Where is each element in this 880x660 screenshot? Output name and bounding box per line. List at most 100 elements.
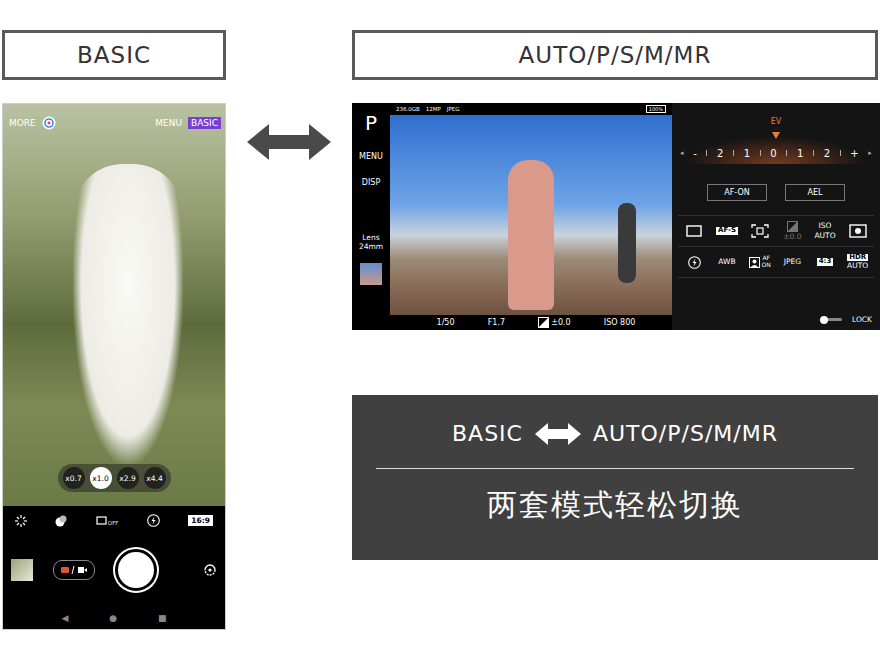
double-arrow-icon bbox=[247, 122, 331, 630]
ev-scale-label: 0 bbox=[770, 148, 776, 159]
caption-right: AUTO/P/S/M/MR bbox=[593, 421, 778, 446]
zoom-selector: x0.7x1.0x2.9x4.4 bbox=[58, 464, 171, 492]
zoom-bar: x0.7x1.0x2.9x4.4 bbox=[3, 464, 225, 492]
setting-cell[interactable]: AFON bbox=[743, 247, 776, 278]
setting-label: AUTO bbox=[814, 232, 835, 240]
shooting-mode[interactable]: P bbox=[365, 111, 377, 135]
settings-grid: AF-S±0.0ISOAUTOAWBAFONJPEG4:3HDRAUTO bbox=[678, 215, 874, 278]
aspect-ratio-button[interactable]: 16:9 bbox=[188, 515, 213, 526]
timer-state: OFF bbox=[108, 520, 119, 526]
camera-button[interactable]: AEL bbox=[785, 184, 845, 201]
more-button[interactable]: MORE bbox=[9, 118, 36, 128]
ev-scale-label: 2 bbox=[717, 148, 723, 159]
caption-divider bbox=[376, 468, 854, 469]
ev-scale-label: 1 bbox=[744, 148, 750, 159]
lock-toggle[interactable] bbox=[822, 318, 842, 321]
self-timer-icon bbox=[96, 516, 108, 526]
nav-button[interactable]: ● bbox=[109, 613, 117, 623]
metering-icon bbox=[849, 224, 867, 238]
ev-dial[interactable]: ◂-21012+▸ bbox=[678, 134, 874, 164]
caption-box: BASIC AUTO/P/S/M/MR 两套模式轻松切换 bbox=[352, 395, 878, 560]
readout: 1/50 bbox=[437, 318, 455, 327]
pro-screenshot: P MENU DISP Lens24mm 236.0GB12MPJPEG100% 1/50… bbox=[352, 103, 880, 330]
lens-icon[interactable] bbox=[42, 116, 56, 130]
exposure-icon bbox=[538, 317, 549, 328]
viewfinder-photo bbox=[390, 115, 672, 315]
basic-screenshot: MORE MENU BASIC x0.7x1.0x2.9x4.4 OFF 16:9 ◀ ● ■ bbox=[2, 103, 226, 630]
side-menu-button[interactable]: MENU bbox=[359, 152, 383, 161]
pro-column: AUTO/P/S/M/MR P MENU DISP Lens24mm 236.0GB12M… bbox=[352, 30, 880, 630]
setting-cell[interactable] bbox=[841, 216, 874, 247]
ev-scale-label: 2 bbox=[824, 148, 830, 159]
basic-label: BASIC bbox=[2, 30, 226, 80]
zoom-button[interactable]: x2.9 bbox=[117, 467, 139, 489]
setting-cell[interactable] bbox=[743, 216, 776, 247]
ev-tick bbox=[840, 150, 841, 156]
photo-video-switch[interactable] bbox=[53, 560, 95, 580]
setting-cell[interactable]: 4:3 bbox=[809, 247, 842, 278]
gallery-thumbnail[interactable] bbox=[11, 559, 33, 581]
focus-area-icon bbox=[751, 224, 769, 238]
nav-bar: ◀ ● ■ bbox=[11, 613, 217, 623]
self-timer[interactable]: OFF bbox=[96, 516, 119, 526]
setting-cell[interactable] bbox=[678, 247, 711, 278]
brightness-icon[interactable] bbox=[15, 515, 27, 527]
nav-button[interactable]: ■ bbox=[158, 613, 167, 623]
ev-left-arrow[interactable]: ◂ bbox=[680, 149, 684, 157]
caption-title: BASIC AUTO/P/S/M/MR bbox=[452, 421, 778, 446]
setting-cell[interactable]: AF-S bbox=[711, 216, 744, 247]
zoom-button[interactable]: x0.7 bbox=[63, 467, 85, 489]
camera-button[interactable]: AF-ON bbox=[707, 184, 767, 201]
lock-label: LOCK bbox=[852, 315, 872, 324]
face-detect-icon bbox=[749, 257, 760, 268]
flash-icon[interactable] bbox=[147, 514, 160, 527]
flash-mode-icon bbox=[688, 256, 701, 269]
setting-cell[interactable]: JPEG bbox=[776, 247, 809, 278]
setting-cell[interactable]: ISO AUTO bbox=[809, 216, 842, 247]
lens-button[interactable]: Lens24mm bbox=[359, 233, 383, 251]
ev-scale-label: - bbox=[693, 148, 697, 159]
exposure-comp-icon bbox=[787, 221, 798, 232]
settings-panel: EV◂-21012+▸AF-ONAELAF-S±0.0ISOAUTOAWBAFO… bbox=[672, 103, 880, 330]
gallery-thumbnail[interactable] bbox=[360, 263, 382, 285]
zoom-button[interactable]: x4.4 bbox=[144, 467, 166, 489]
ev-scale-label: 1 bbox=[797, 148, 803, 159]
double-arrow-icon bbox=[535, 422, 581, 446]
phone-toolbar: OFF 16:9 bbox=[11, 514, 217, 527]
ev-right-arrow[interactable]: ▸ bbox=[868, 149, 872, 157]
shutter-button[interactable] bbox=[115, 549, 157, 591]
setting-cell[interactable]: AWB bbox=[711, 247, 744, 278]
caption-left: BASIC bbox=[452, 421, 523, 446]
switch-camera-icon[interactable] bbox=[203, 564, 217, 576]
camera-status-bar: 236.0GB12MPJPEG100% bbox=[390, 103, 672, 115]
setting-label: AF bbox=[762, 255, 770, 262]
color-tone-icon[interactable] bbox=[55, 515, 67, 527]
dog-figure bbox=[73, 164, 183, 464]
readout-value: ISO 800 bbox=[604, 318, 636, 327]
zoom-button[interactable]: x1.0 bbox=[90, 467, 112, 489]
flip-wrap bbox=[177, 564, 217, 576]
woman-figure bbox=[508, 160, 554, 310]
lens-value: 24mm bbox=[359, 242, 383, 251]
setting-label: AWB bbox=[718, 258, 735, 266]
setting-label: ISO bbox=[819, 222, 832, 230]
menu-button[interactable]: MENU bbox=[155, 118, 182, 128]
setting-label: ON bbox=[762, 262, 771, 269]
setting-cell[interactable]: HDRAUTO bbox=[841, 247, 874, 278]
basic-column: BASIC MORE MENU BASIC x0.7x1.0x2.9x4.4 OFF 16:… bbox=[2, 30, 226, 630]
phone-controls: OFF 16:9 ◀ ● ■ bbox=[3, 506, 225, 629]
ev-tick bbox=[706, 150, 707, 156]
setting-label: ±0.0 bbox=[783, 233, 801, 241]
caption-subtitle: 两套模式轻松切换 bbox=[487, 485, 743, 526]
toggle-knob bbox=[820, 316, 828, 324]
ev-label: EV bbox=[678, 117, 874, 126]
readout: ISO 800 bbox=[604, 318, 636, 327]
setting-label: AF-S bbox=[716, 227, 738, 235]
exposure-readouts: 1/50F1.7±0.0ISO 800 bbox=[390, 315, 672, 330]
mode-badge[interactable]: BASIC bbox=[188, 117, 221, 129]
setting-cell[interactable] bbox=[678, 216, 711, 247]
side-menu-button[interactable]: DISP bbox=[362, 178, 380, 187]
readout-value: 1/50 bbox=[437, 318, 455, 327]
setting-cell[interactable]: ±0.0 bbox=[776, 216, 809, 247]
nav-button[interactable]: ◀ bbox=[61, 613, 68, 623]
